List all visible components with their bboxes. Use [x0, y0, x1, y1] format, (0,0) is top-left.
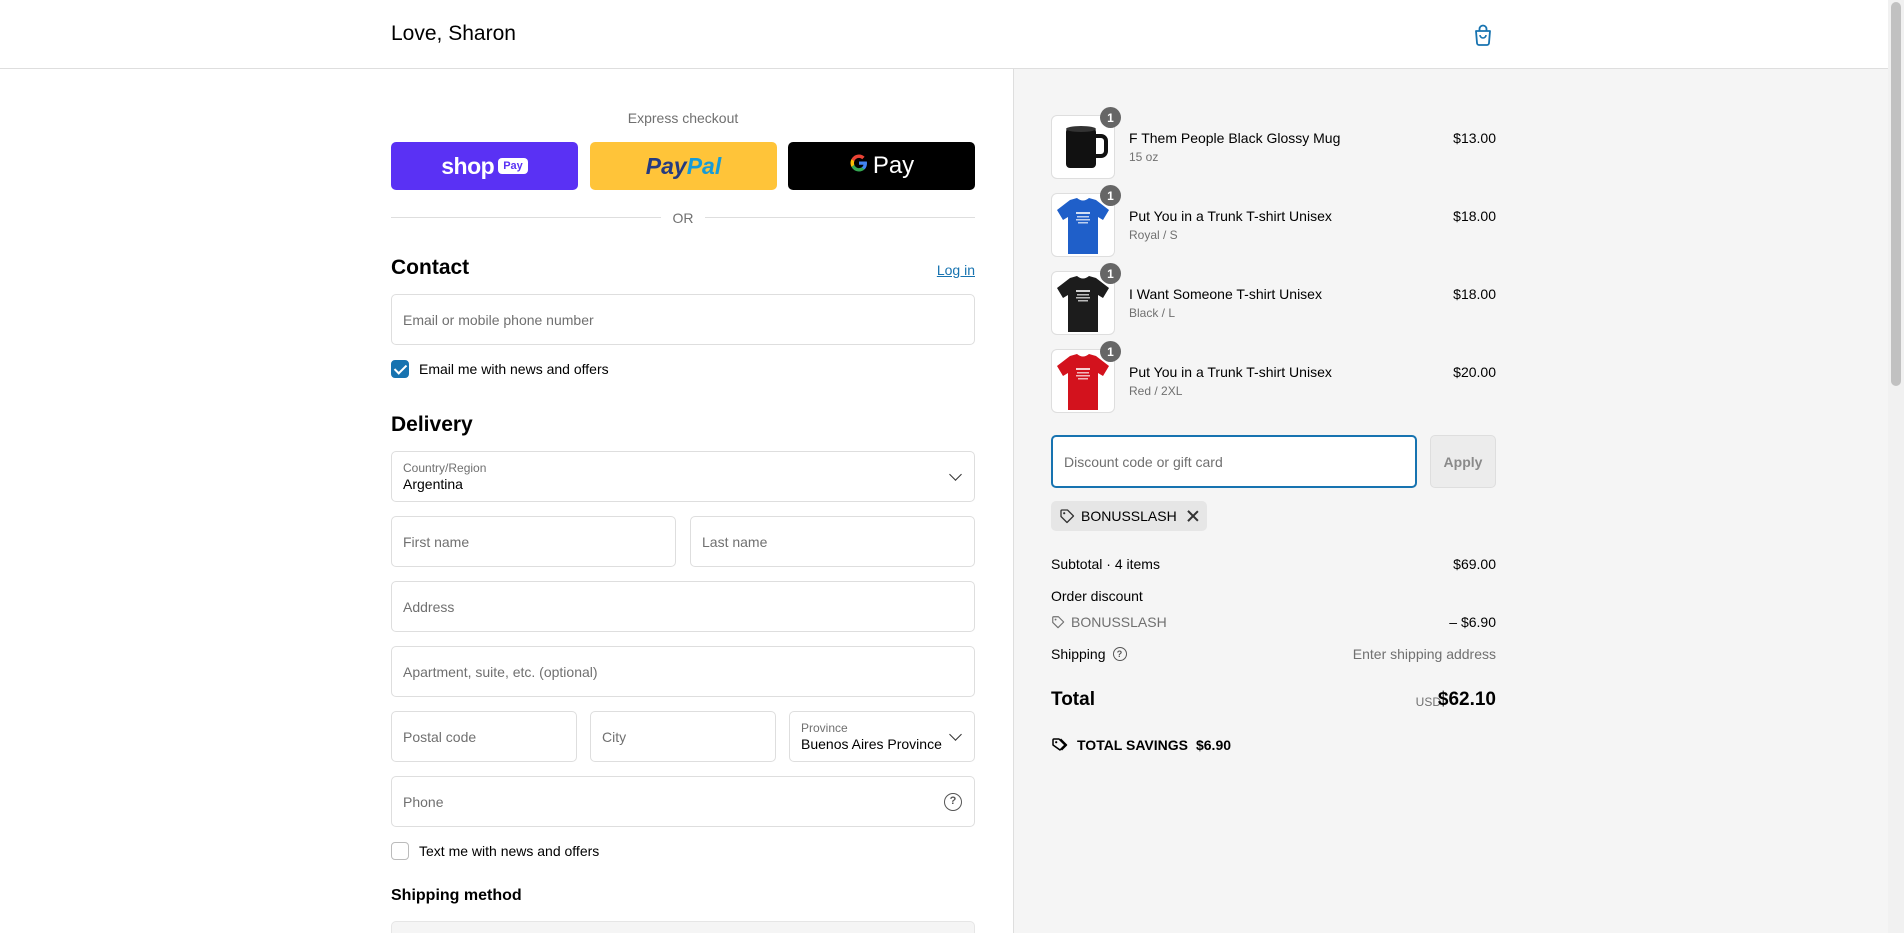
discount-value: – $6.90 — [1449, 614, 1496, 630]
country-select[interactable]: Country/Region Argentina — [391, 451, 975, 502]
express-checkout-label: Express checkout — [627, 110, 739, 126]
delivery-heading: Delivery — [391, 413, 473, 436]
google-g-icon — [849, 152, 869, 180]
shop-pay-button[interactable]: shop Pay — [391, 142, 578, 190]
postal-code-field[interactable]: Postal code — [391, 711, 577, 762]
last-name-placeholder: Last name — [702, 533, 768, 550]
text-news-checkbox-row[interactable]: Text me with news and offers — [391, 842, 599, 860]
item-price: $13.00 — [1453, 130, 1496, 146]
email-news-label: Email me with news and offers — [419, 361, 609, 377]
item-name: F Them People Black Glossy Mug — [1129, 130, 1341, 146]
subtotal-value: $69.00 — [1453, 556, 1496, 572]
city-field[interactable]: City — [590, 711, 776, 762]
discount-code-text: BONUSSLASH — [1071, 614, 1167, 630]
store-brand[interactable]: Love, Sharon — [391, 22, 516, 46]
cart-item: 1 Put You in a Trunk T-shirt Unisex Red / … — [1051, 341, 1496, 413]
phone-placeholder: Phone — [403, 793, 444, 810]
order-discount-label: Order discount — [1051, 588, 1143, 604]
quantity-badge: 1 — [1100, 341, 1121, 362]
quantity-badge: 1 — [1100, 263, 1121, 284]
contact-heading: Contact — [391, 256, 470, 279]
country-label: Country/Region — [403, 460, 487, 475]
applied-discount-code: BONUSSLASH — [1081, 508, 1177, 524]
first-name-field[interactable]: First name — [391, 516, 676, 567]
country-value: Argentina — [403, 475, 463, 492]
province-label: Province — [801, 720, 848, 735]
page-scrollbar[interactable] — [1888, 0, 1904, 933]
item-price: $18.00 — [1453, 208, 1496, 224]
discount-code-input[interactable]: Discount code or gift card — [1051, 435, 1417, 488]
close-icon[interactable] — [1187, 510, 1199, 522]
apartment-field[interactable]: Apartment, suite, etc. (optional) — [391, 646, 975, 697]
paypal-button[interactable]: Pay Pal — [590, 142, 777, 190]
or-divider: OR — [391, 208, 975, 228]
email-placeholder: Email or mobile phone number — [403, 311, 594, 328]
shipping-method-box — [391, 921, 975, 933]
shipping-value: Enter shipping address — [1352, 646, 1496, 662]
apartment-placeholder: Apartment, suite, etc. (optional) — [403, 663, 598, 680]
address-placeholder: Address — [403, 598, 455, 615]
tag-icon — [1060, 509, 1075, 524]
address-field[interactable]: Address — [391, 581, 975, 632]
total-value: $62.10 — [1437, 689, 1496, 710]
login-link[interactable]: Log in — [937, 262, 975, 278]
quantity-badge: 1 — [1100, 107, 1121, 128]
cart-item: 1 I Want Someone T-shirt Unisex Black / L $… — [1051, 263, 1496, 335]
email-news-checkbox[interactable] — [391, 360, 409, 378]
postal-code-placeholder: Postal code — [403, 728, 477, 745]
email-field[interactable]: Email or mobile phone number — [391, 294, 975, 345]
google-pay-text: Pay — [872, 152, 915, 179]
cart-item: 1 F Them People Black Glossy Mug 15 oz $13.… — [1051, 107, 1496, 179]
item-variant: Red / 2XL — [1129, 384, 1183, 398]
paypal-logo-part2: Pal — [686, 152, 722, 179]
item-name: Put You in a Trunk T-shirt Unisex — [1129, 364, 1332, 380]
site-header: Love, Sharon — [0, 0, 1888, 69]
shop-pay-pill: Pay — [498, 158, 528, 174]
shipping-row: Shipping ? — [1051, 646, 1127, 662]
google-pay-button[interactable]: Pay — [788, 142, 975, 190]
item-variant: Royal / S — [1129, 228, 1178, 242]
discount-code-row: BONUSSLASH — [1051, 614, 1167, 630]
text-news-label: Text me with news and offers — [419, 843, 600, 859]
discount-placeholder: Discount code or gift card — [1064, 453, 1223, 470]
item-variant: 15 oz — [1129, 150, 1159, 164]
city-placeholder: City — [602, 728, 627, 745]
province-select[interactable]: Province Buenos Aires Province — [789, 711, 975, 762]
email-news-checkbox-row[interactable]: Email me with news and offers — [391, 360, 609, 378]
cart-item: 1 Put You in a Trunk T-shirt Unisex Royal … — [1051, 185, 1496, 257]
chevron-down-icon — [949, 467, 962, 481]
phone-field[interactable]: Phone ? — [391, 776, 975, 827]
item-price: $18.00 — [1453, 286, 1496, 302]
apply-discount-button[interactable]: Apply — [1430, 435, 1496, 488]
total-savings: TOTAL SAVINGS $6.90 — [1051, 736, 1231, 754]
item-name: I Want Someone T-shirt Unisex — [1129, 286, 1322, 302]
item-name: Put You in a Trunk T-shirt Unisex — [1129, 208, 1332, 224]
last-name-field[interactable]: Last name — [690, 516, 975, 567]
applied-discount-chip: BONUSSLASH — [1051, 501, 1207, 531]
tag-icon — [1052, 616, 1065, 629]
shipping-label: Shipping — [1051, 646, 1106, 662]
tags-icon — [1052, 738, 1068, 751]
question-circle-icon[interactable]: ? — [944, 793, 962, 811]
shipping-method-heading: Shipping method — [391, 887, 522, 904]
quantity-badge: 1 — [1100, 185, 1121, 206]
first-name-placeholder: First name — [403, 533, 470, 550]
province-value: Buenos Aires Province — [801, 735, 942, 752]
subtotal-label: Subtotal · 4 items — [1051, 556, 1160, 572]
chevron-down-icon — [949, 727, 962, 741]
text-news-checkbox[interactable] — [391, 842, 409, 860]
shopping-bag-icon[interactable] — [1470, 22, 1496, 48]
item-variant: Black / L — [1129, 306, 1176, 320]
scrollbar-thumb[interactable] — [1891, 2, 1901, 386]
question-circle-icon[interactable]: ? — [1112, 647, 1127, 661]
total-label: Total — [1051, 689, 1095, 710]
shop-pay-logo: shop — [441, 152, 495, 179]
item-price: $20.00 — [1453, 364, 1496, 380]
paypal-logo-part1: Pay — [645, 152, 687, 179]
savings-value: $6.90 — [1195, 737, 1232, 753]
savings-label: TOTAL SAVINGS — [1077, 737, 1188, 753]
or-text: OR — [672, 210, 694, 226]
